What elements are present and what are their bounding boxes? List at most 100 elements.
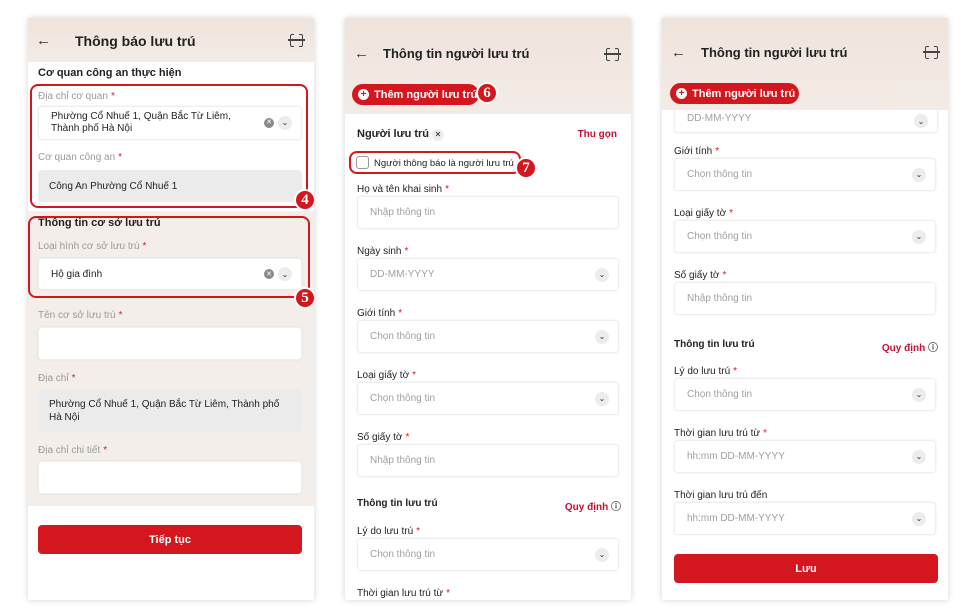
text-input[interactable]: Nhập thông tin (357, 196, 619, 229)
select-field[interactable]: Chọn thông tin ⌄ (674, 220, 936, 253)
field-label: Số giấy tờ * (357, 432, 409, 443)
select-field[interactable]: Chọn thông tin ⌄ (674, 378, 936, 411)
step-badge: 6 (476, 82, 498, 104)
required-marker: * (446, 588, 450, 599)
add-resident-button[interactable]: + Thêm người lưu trú (352, 84, 479, 105)
field-label: Giới tính * (674, 146, 719, 157)
placeholder: DD-MM-YYYY (370, 269, 435, 280)
select-field[interactable]: Chọn thông tin ⌄ (357, 538, 619, 571)
plus-icon: + (676, 88, 687, 99)
label-text: Giới tính (357, 308, 396, 319)
continue-button[interactable]: Tiếp tục (38, 525, 302, 554)
field-label: Thời gian lưu trú từ * (357, 588, 450, 599)
save-button[interactable]: Lưu (674, 554, 938, 583)
label-text: Ngày sinh (357, 246, 402, 257)
required-marker: * (733, 366, 738, 377)
step-badge: 7 (515, 157, 537, 179)
chevron-down-icon[interactable]: ⌄ (912, 229, 926, 244)
field-label: Lý do lưu trú * (674, 366, 737, 377)
section-title: Cơ quan công an thực hiện (38, 67, 182, 79)
highlight-box-4 (30, 84, 308, 208)
back-arrow-icon[interactable]: ← (354, 45, 369, 62)
field-label: Thời gian lưu trú đến (674, 490, 767, 501)
placeholder: Nhập thông tin (370, 207, 436, 218)
add-resident-button[interactable]: + Thêm người lưu trú (670, 83, 799, 104)
chevron-down-icon[interactable]: ⌄ (595, 267, 609, 282)
required-marker: * (715, 146, 720, 157)
scan-icon[interactable] (288, 32, 305, 49)
required-marker: * (412, 370, 417, 381)
placeholder: Nhập thông tin (687, 293, 753, 304)
label-text: Thời gian lưu trú từ (674, 428, 761, 439)
text-input[interactable]: Nhập thông tin (674, 282, 936, 315)
rules-text: Quy định (564, 502, 609, 513)
help-icon: ⓘ (608, 502, 621, 513)
placeholder: Nhập thông tin (370, 455, 436, 466)
scan-icon[interactable] (923, 44, 940, 61)
field-label: Loại giấy tờ * (674, 208, 733, 219)
chevron-down-icon[interactable]: ⌄ (914, 114, 928, 128)
label-text: Số giấy tờ (357, 432, 403, 443)
placeholder: hh:mm DD-MM-YYYY (687, 451, 785, 462)
address-detail-input[interactable] (38, 461, 302, 494)
text-input[interactable]: Nhập thông tin (357, 444, 619, 477)
header: ← Thông báo lưu trú (28, 18, 314, 62)
field-label: Loại giấy tờ * (357, 370, 416, 381)
required-marker: * (763, 428, 767, 439)
placeholder: hh:mm DD-MM-YYYY (687, 513, 785, 524)
chevron-down-icon[interactable]: ⌄ (595, 391, 609, 406)
placeholder: Chọn thông tin (370, 331, 436, 342)
select-field[interactable]: Chọn thông tin ⌄ (357, 382, 619, 415)
rules-text: Quy định (881, 343, 926, 354)
address-field: Phường Cổ Nhuế 1, Quận Bắc Từ Liêm, Thàn… (38, 389, 302, 432)
back-arrow-icon[interactable]: ← (36, 32, 51, 49)
placeholder: Chọn thông tin (687, 169, 753, 180)
select-field[interactable]: Chọn thông tin ⌄ (357, 320, 619, 353)
chevron-down-icon[interactable]: ⌄ (912, 449, 926, 464)
required-marker: * (729, 208, 734, 219)
chevron-down-icon[interactable]: ⌄ (595, 547, 609, 562)
chevron-down-icon[interactable]: ⌄ (912, 167, 926, 182)
panel-stay-notice: ← Thông báo lưu trú Cơ quan công an thực… (28, 18, 314, 600)
label-text: Thời gian lưu trú từ (357, 588, 444, 599)
required-marker: * (722, 270, 727, 281)
field-label: Thời gian lưu trú từ * (674, 428, 767, 439)
select-field[interactable]: Chọn thông tin ⌄ (674, 158, 936, 191)
remove-resident-icon[interactable]: ✕ (432, 129, 444, 141)
back-arrow-icon[interactable]: ← (671, 44, 686, 61)
label-text: Loại giấy tờ (357, 370, 410, 381)
chevron-down-icon[interactable]: ⌄ (595, 329, 609, 344)
label-text: Họ và tên khai sinh (357, 184, 443, 195)
panel-resident-info-scrolled: ← Thông tin người lưu trú + Thêm người lư… (662, 18, 948, 600)
field-label: Số giấy tờ * (674, 270, 726, 281)
chevron-down-icon[interactable]: ⌄ (912, 511, 926, 526)
facility-name-input[interactable] (38, 327, 302, 360)
scan-icon[interactable] (604, 46, 621, 63)
required-marker: * (416, 526, 421, 537)
select-field[interactable]: DD-MM-YYYY ⌄ (357, 258, 619, 291)
rules-link[interactable]: Quy định ⓘ (565, 498, 621, 513)
field-label: Họ và tên khai sinh * (357, 184, 449, 195)
field-label: Địa chỉ * (38, 373, 76, 384)
required-marker: * (398, 308, 403, 319)
page-title: Thông tin người lưu trú (383, 46, 530, 61)
required-marker: * (405, 432, 410, 443)
chevron-down-icon[interactable]: ⌄ (912, 387, 926, 402)
collapse-link[interactable]: Thu gọn (578, 129, 617, 140)
label-text: Thời gian lưu trú đến (674, 490, 768, 501)
placeholder: Chọn thông tin (370, 393, 436, 404)
required-marker: * (404, 246, 409, 257)
field-label: Giới tính * (357, 308, 402, 319)
select-field[interactable]: hh:mm DD-MM-YYYY ⌄ (674, 440, 936, 473)
label-text: Loại giấy tờ (674, 208, 727, 219)
field-label: Tên cơ sở lưu trú * (38, 310, 123, 321)
rules-link[interactable]: Quy định ⓘ (882, 339, 938, 354)
help-icon: ⓘ (925, 343, 938, 354)
placeholder: Chọn thông tin (687, 231, 753, 242)
step-badge: 4 (294, 189, 314, 211)
select-field[interactable]: hh:mm DD-MM-YYYY ⌄ (674, 502, 936, 535)
section-title: Thông tin lưu trú (357, 498, 438, 509)
page-title: Thông báo lưu trú (75, 33, 196, 49)
resident-title: Người lưu trú (357, 128, 430, 140)
plus-icon: + (358, 89, 369, 100)
